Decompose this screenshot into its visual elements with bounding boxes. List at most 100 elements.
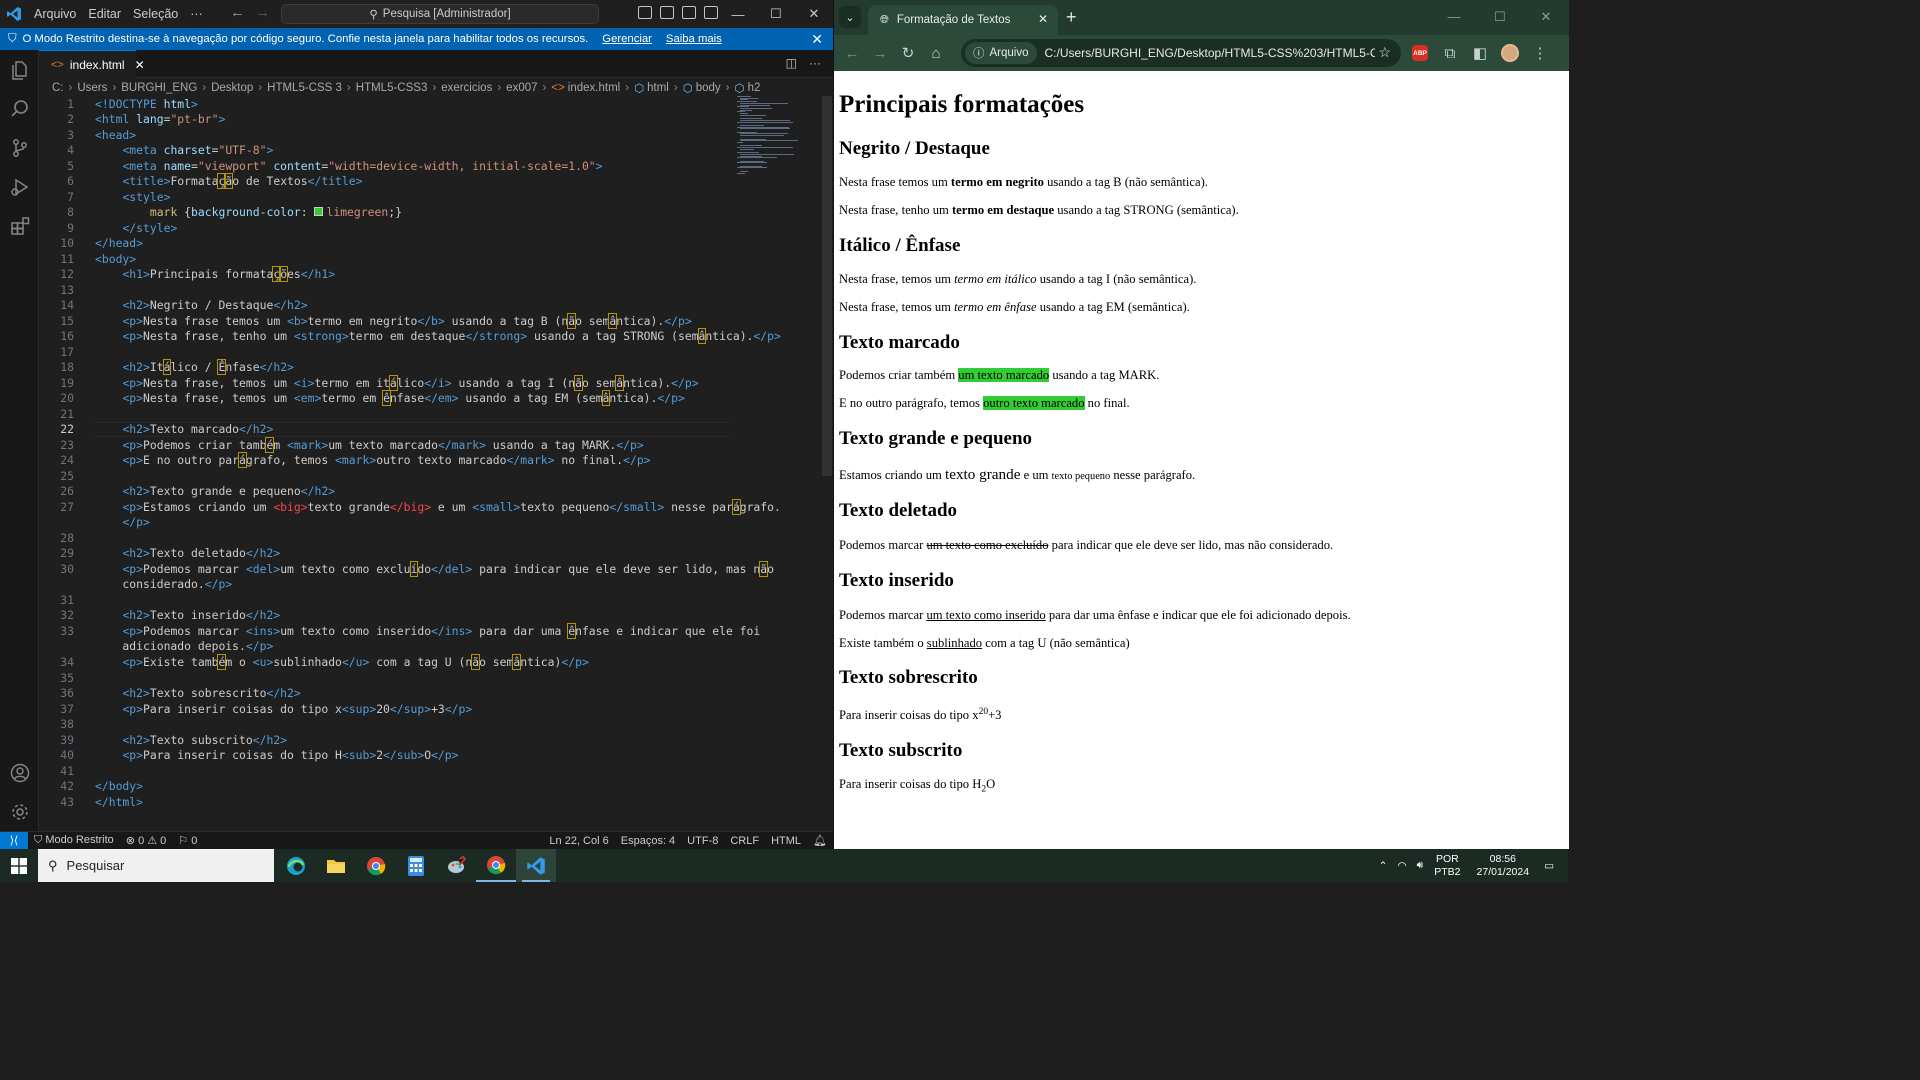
reload-icon[interactable]: ↻ [894, 39, 922, 67]
file-info-chip[interactable]: ⓘ Arquivo [965, 42, 1037, 64]
file-explorer-icon[interactable] [316, 849, 356, 882]
breadcrumb-item[interactable]: HTML5-CSS3 [356, 82, 428, 94]
volume-icon[interactable]: 🔊︎ [1412, 859, 1429, 872]
activity-bar [0, 50, 39, 831]
tab-actions: ◫ ··· [786, 56, 821, 70]
close-icon[interactable]: ✕ [1523, 0, 1569, 33]
menu-more[interactable]: ··· [184, 0, 209, 28]
learn-more-link[interactable]: Saiba mais [666, 33, 722, 45]
code-line: <head> [95, 128, 137, 142]
run-debug-icon[interactable] [8, 175, 32, 199]
breadcrumb-item[interactable]: h2 [748, 82, 761, 94]
minimap[interactable] [737, 96, 798, 176]
minimize-icon[interactable]: — [719, 0, 757, 28]
browser-tab[interactable]: 🌐︎ Formatação de Textos ✕ [868, 5, 1058, 35]
new-tab-plus-icon[interactable]: + [1066, 7, 1077, 28]
source-control-icon[interactable] [8, 136, 32, 160]
extensions-icon[interactable] [8, 214, 32, 238]
editor-scrollbar[interactable] [822, 96, 832, 476]
tab-search-chevron-icon[interactable]: ⌄ [839, 6, 861, 28]
restricted-mode-status[interactable]: ⛉ Modo Restrito [28, 834, 120, 847]
breadcrumb-item[interactable]: body [696, 82, 721, 94]
vscode-taskbar-icon[interactable] [516, 849, 556, 882]
calculator-icon[interactable] [396, 849, 436, 882]
notification-icon[interactable]: ▭ [1539, 860, 1568, 872]
breadcrumb-item[interactable]: Desktop [211, 82, 253, 94]
breadcrumb-item[interactable]: exercicios [441, 82, 492, 94]
breadcrumb-item[interactable]: Users [77, 82, 107, 94]
problems-status[interactable]: ⊗ 0 ⚠ 0 [120, 834, 172, 847]
forward-arrow-icon[interactable]: → [255, 4, 270, 21]
chrome-icon-active[interactable] [476, 849, 516, 882]
command-center-search[interactable]: ⚲ Pesquisa [Administrador] [281, 4, 599, 24]
breadcrumb-item[interactable]: HTML5-CSS 3 [267, 82, 342, 94]
settings-gear-icon[interactable] [8, 800, 32, 824]
indentation-status[interactable]: Espaços: 4 [615, 835, 681, 847]
paint-app-icon[interactable] [436, 849, 476, 882]
remote-icon[interactable]: ⟩⟨ [0, 831, 28, 850]
clock[interactable]: 08:56 27/01/2024 [1467, 853, 1540, 879]
code-line: </html> [95, 795, 144, 809]
side-panel-icon[interactable]: ◧ [1466, 39, 1494, 67]
breadcrumb-item[interactable]: C: [52, 82, 64, 94]
language-status[interactable]: HTML [765, 835, 807, 847]
maximize-icon[interactable]: ☐ [757, 0, 795, 28]
minimize-icon[interactable]: — [1431, 0, 1477, 33]
editor-tabs: <> index.html ✕ ◫ ··· [39, 50, 833, 78]
chevron-up-icon[interactable]: ⌃ [1374, 860, 1393, 872]
menu-editar[interactable]: Editar [82, 0, 127, 28]
profile-avatar[interactable] [1496, 39, 1524, 67]
toggle-sidebar-icon[interactable] [638, 6, 652, 19]
line-number: 41 [60, 764, 74, 778]
eol-status[interactable]: CRLF [724, 835, 765, 847]
breadcrumb-item[interactable]: index.html [568, 82, 620, 94]
adblock-icon[interactable]: ABP [1406, 39, 1434, 67]
breadcrumb-item[interactable]: ex007 [506, 82, 537, 94]
customize-layout-icon[interactable] [704, 6, 718, 19]
maximize-icon[interactable]: ☐ [1477, 0, 1523, 33]
extensions-puzzle-icon[interactable]: ⧉ [1436, 39, 1464, 67]
back-arrow-icon[interactable]: ← [838, 39, 866, 67]
ports-status[interactable]: ⚐ 0 [172, 834, 203, 847]
language-indicator[interactable]: POR PTB2 [1428, 853, 1466, 879]
cursor-position[interactable]: Ln 22, Col 6 [543, 835, 614, 847]
manage-link[interactable]: Gerenciar [602, 33, 652, 45]
wifi-icon[interactable]: ◠ [1392, 860, 1411, 872]
menu-selecao[interactable]: Seleção [127, 0, 184, 28]
url-text: C:/Users/BURGHI_ENG/Desktop/HTML5-CSS%20… [1044, 46, 1375, 60]
search-icon[interactable] [8, 97, 32, 121]
tab-index-html[interactable]: <> index.html ✕ [39, 50, 145, 78]
minimap-line [737, 121, 793, 123]
close-icon[interactable]: ✕ [795, 0, 833, 28]
chrome-menu-icon[interactable]: ⋮ [1526, 39, 1554, 67]
edge-browser-icon[interactable] [276, 849, 316, 882]
chrome-window-controls: — ☐ ✕ [1431, 0, 1569, 33]
split-editor-icon[interactable]: ◫ [786, 56, 797, 70]
home-icon[interactable]: ⌂ [922, 39, 950, 67]
bookmark-star-icon[interactable]: ☆ [1378, 44, 1391, 61]
breadcrumb-item[interactable]: BURGHI_ENG [121, 82, 197, 94]
line-number: 13 [60, 283, 74, 297]
account-icon[interactable] [8, 761, 32, 785]
toggle-secondary-sidebar-icon[interactable] [682, 6, 696, 19]
windows-start-icon[interactable] [0, 849, 38, 882]
close-tab-icon[interactable]: ✕ [1038, 12, 1048, 26]
paragraph: Para inserir coisas do tipo H2O [839, 777, 996, 795]
back-arrow-icon[interactable]: ← [230, 4, 245, 21]
code-editor[interactable]: 1 2 3 4 5 6 7 8 9 10 11 12 13 14 15 16 17 18 19 20 21 22 23 24 2… [39, 96, 832, 831]
explorer-icon[interactable] [8, 58, 32, 82]
encoding-status[interactable]: UTF-8 [681, 835, 724, 847]
breadcrumb-item[interactable]: html [647, 82, 669, 94]
language-code: POR [1436, 852, 1459, 865]
taskbar-search[interactable]: ⚲ Pesquisar [38, 849, 274, 882]
more-actions-icon[interactable]: ··· [809, 56, 821, 70]
vscode-titlebar: Arquivo Editar Seleção ··· ← → ⚲ Pesquis… [0, 0, 833, 28]
close-tab-icon[interactable]: ✕ [135, 58, 145, 72]
toggle-panel-icon[interactable] [660, 6, 674, 19]
close-banner-icon[interactable]: ✕ [811, 31, 823, 48]
bell-icon[interactable]: 🔔︎ [807, 834, 833, 847]
address-bar[interactable]: ⓘ Arquivo C:/Users/BURGHI_ENG/Desktop/HT… [961, 39, 1401, 67]
menu-arquivo[interactable]: Arquivo [28, 0, 82, 28]
chrome-icon[interactable] [356, 849, 396, 882]
forward-arrow-icon[interactable]: → [866, 39, 894, 67]
